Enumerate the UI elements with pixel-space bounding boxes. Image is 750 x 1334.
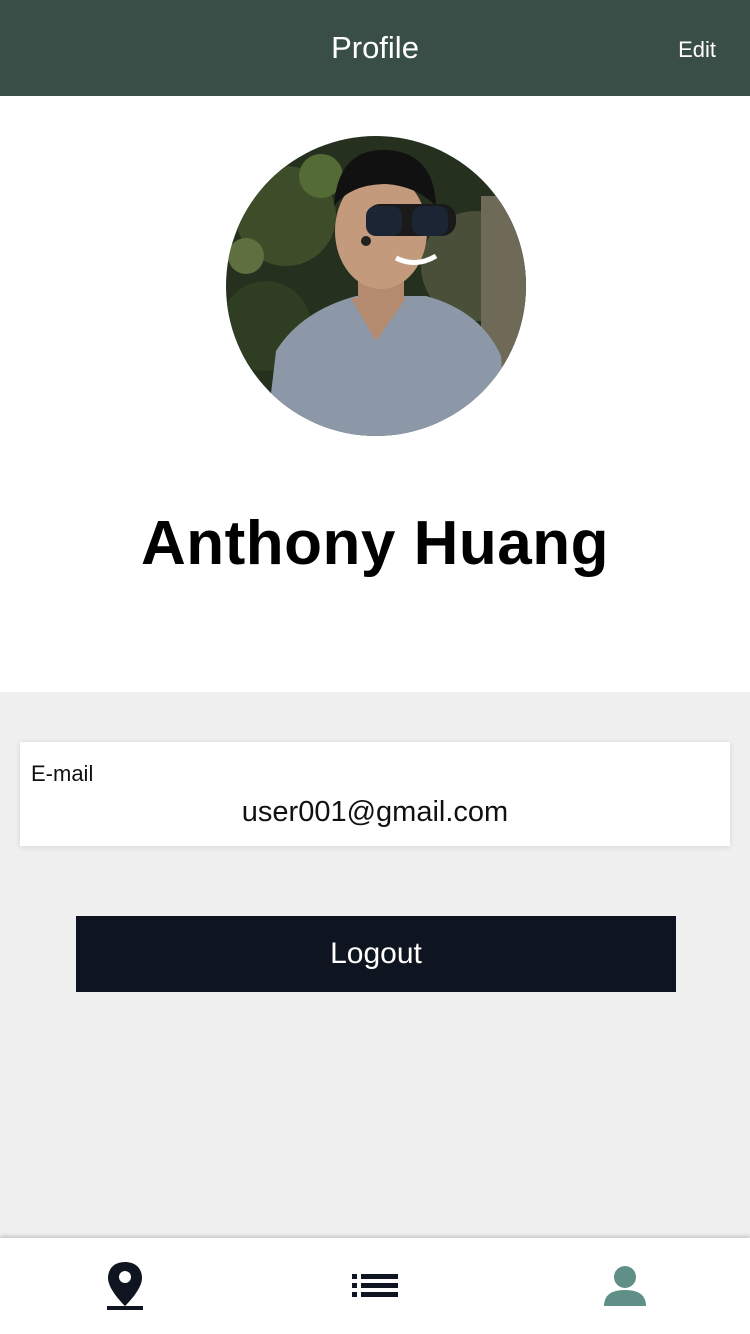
user-name: Anthony Huang (141, 509, 609, 578)
user-photo-icon (226, 136, 526, 436)
logout-button[interactable]: Logout (76, 916, 676, 992)
tab-bar (0, 1238, 750, 1334)
map-pin-icon (107, 1262, 143, 1310)
email-field: E-mail user001@gmail.com (20, 742, 730, 846)
app-header: Profile Edit (0, 0, 750, 96)
email-label: E-mail (31, 761, 94, 786)
tab-map[interactable] (0, 1238, 250, 1334)
person-icon (604, 1266, 646, 1306)
email-value: user001@gmail.com (241, 796, 509, 828)
avatar (226, 136, 526, 436)
profile-card: Anthony Huang (0, 96, 750, 692)
edit-button[interactable]: Edit (678, 36, 716, 64)
tab-profile[interactable] (500, 1238, 750, 1334)
page-title: Profile (331, 30, 419, 65)
tab-list[interactable] (250, 1238, 500, 1334)
list-icon (352, 1274, 398, 1297)
